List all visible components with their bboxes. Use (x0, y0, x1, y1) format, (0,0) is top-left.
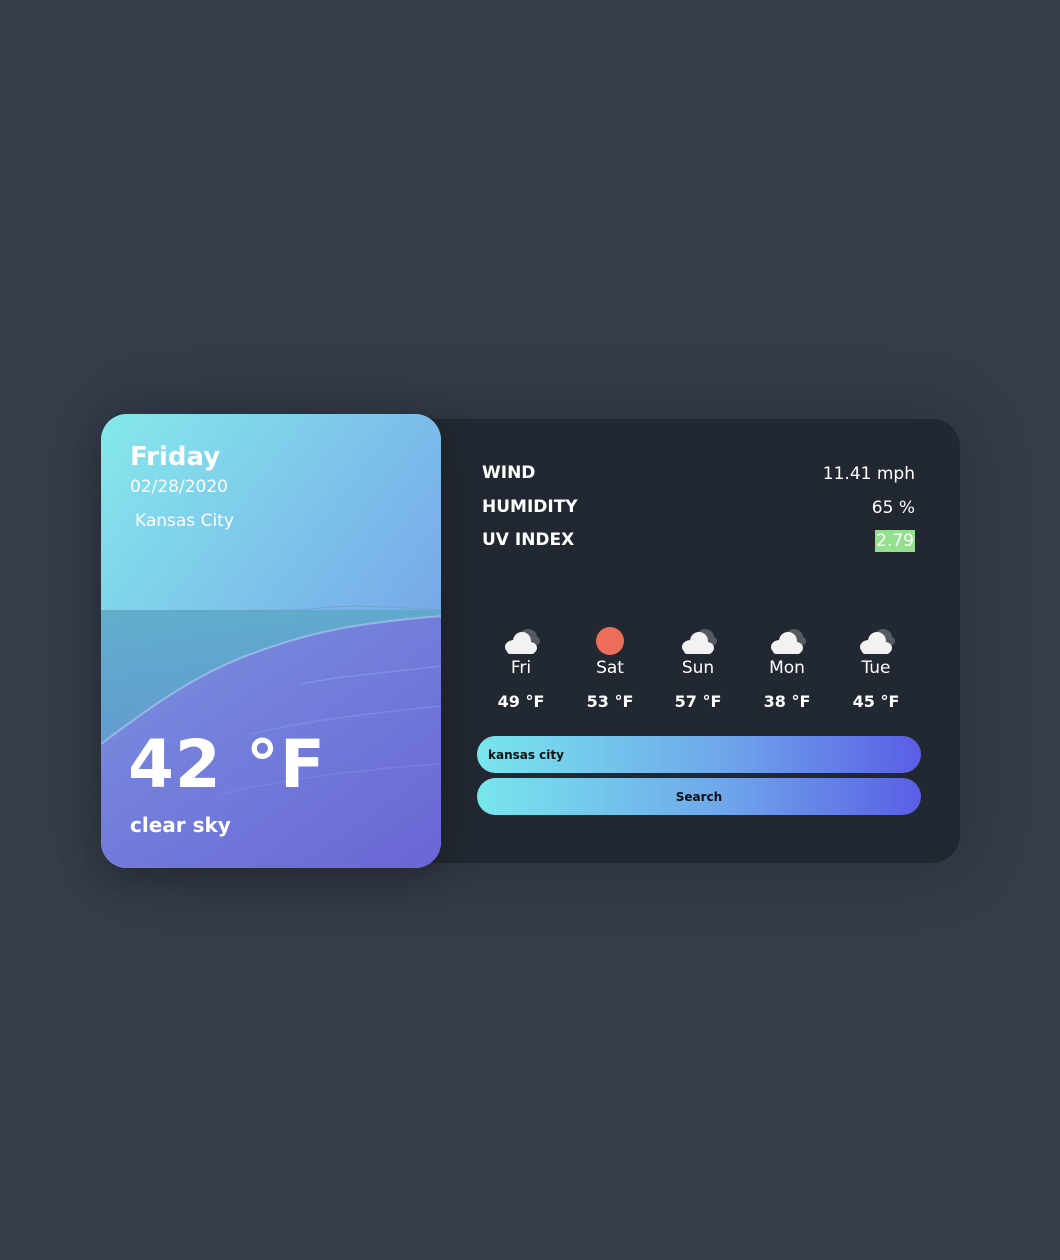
sun-icon (596, 627, 624, 655)
uv-index-row: UV INDEX 2.79 (482, 530, 915, 556)
wind-label: WIND (482, 463, 536, 483)
forecast-day: Mon 38 °F (747, 624, 827, 719)
forecast-day: Tue 45 °F (836, 624, 916, 719)
forecast-day: Fri 49 °F (481, 624, 561, 719)
city-search-input[interactable] (477, 736, 921, 773)
cloud-icon (505, 629, 540, 654)
forecast-day-label: Sat (596, 658, 624, 678)
uv-index-label: UV INDEX (482, 530, 575, 550)
forecast-temperature: 38 °F (763, 692, 811, 711)
forecast-temperature: 45 °F (852, 692, 900, 711)
current-date: 02/28/2020 (130, 477, 228, 497)
humidity-row: HUMIDITY 65 % (482, 497, 915, 523)
forecast-day-label: Tue (861, 658, 891, 678)
forecast-temperature: 53 °F (586, 692, 634, 711)
wind-row: WIND 11.41 mph (482, 463, 915, 489)
current-day: Friday (130, 442, 221, 472)
forecast-day-label: Mon (769, 658, 805, 678)
uv-index-value: 2.79 (875, 530, 915, 552)
cloud-icon (860, 629, 895, 654)
cloud-icon (682, 629, 717, 654)
forecast-day-label: Sun (681, 658, 715, 678)
forecast-day-label: Fri (510, 658, 532, 678)
search-button[interactable]: Search (477, 778, 921, 815)
forecast-temperature: 49 °F (497, 692, 545, 711)
weather-description: clear sky (130, 813, 231, 837)
humidity-value: 65 % (871, 498, 915, 518)
current-temperature: 42 °F (128, 726, 326, 803)
humidity-label: HUMIDITY (482, 497, 578, 517)
cloud-icon (771, 629, 806, 654)
current-city: Kansas City (135, 511, 234, 531)
forecast-day: Sun 57 °F (658, 624, 738, 719)
current-weather-card: Friday 02/28/2020 Kansas City 42 °F clea… (101, 414, 441, 868)
uv-index-badge: 2.79 (875, 530, 915, 552)
forecast-day: Sat 53 °F (570, 624, 650, 719)
wind-value: 11.41 mph (822, 464, 915, 484)
forecast-temperature: 57 °F (674, 692, 722, 711)
